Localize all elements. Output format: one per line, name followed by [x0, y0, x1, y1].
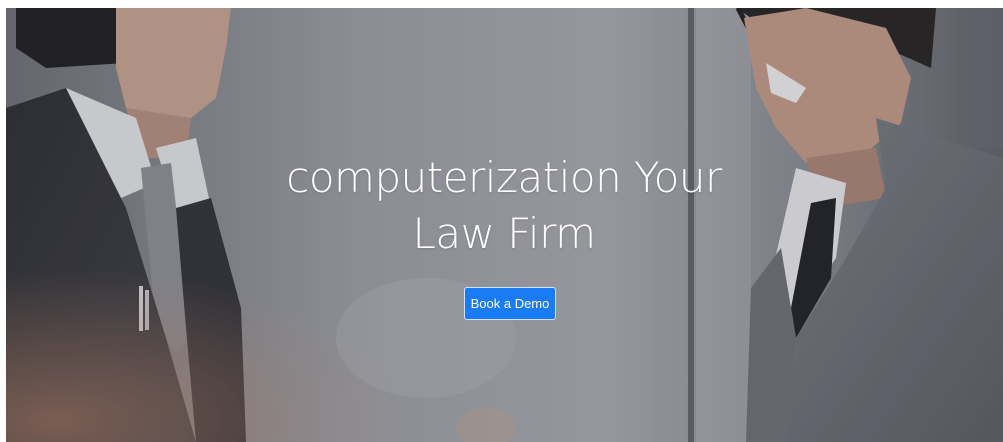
- book-demo-button[interactable]: Book a Demo: [464, 287, 556, 320]
- hero-title-line1: computerization Your: [286, 153, 722, 202]
- hero-section: computerization Your Law Firm Book a Dem…: [6, 8, 1003, 442]
- hero-title: computerization Your Law Firm: [254, 150, 754, 262]
- hero-title-line2: Law Firm: [412, 209, 596, 258]
- hero-content: computerization Your Law Firm Book a Dem…: [6, 8, 1003, 442]
